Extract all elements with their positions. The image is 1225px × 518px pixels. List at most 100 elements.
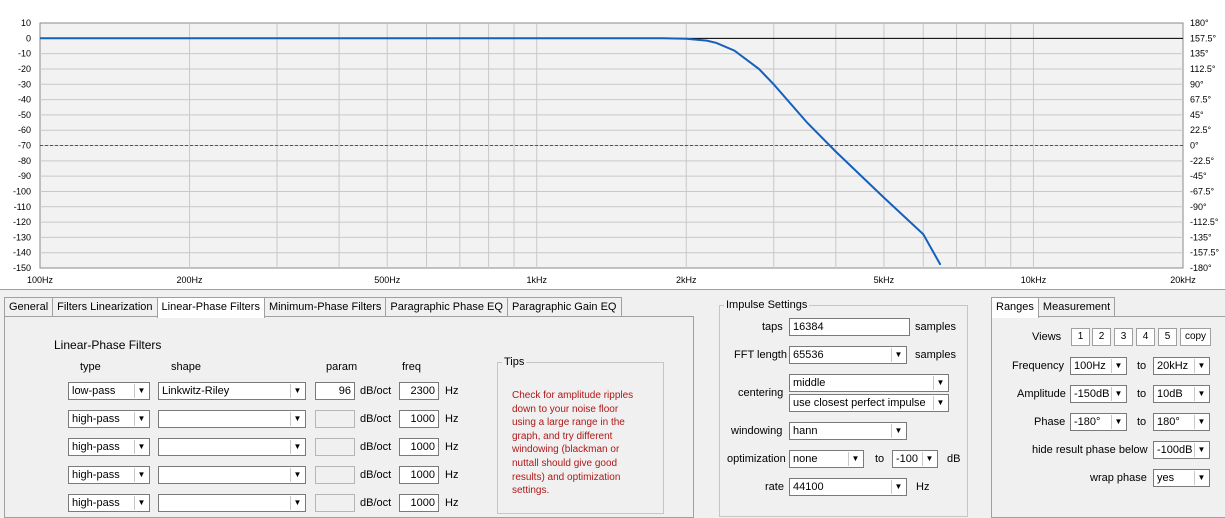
view-button-3[interactable]: 3 [1114, 328, 1133, 346]
view-button-5[interactable]: 5 [1158, 328, 1177, 346]
tab-paragraphic-gain-eq[interactable]: Paragraphic Gain EQ [506, 297, 622, 317]
phase-from-select[interactable]: -180° ▼ [1070, 413, 1127, 431]
filter-shape-select[interactable]: ▼ [158, 494, 306, 512]
optimization-to-label: to [875, 453, 885, 465]
filter-shape-select[interactable]: ▼ [158, 466, 306, 484]
views-label: Views [1032, 331, 1062, 343]
optimization-select[interactable]: none ▼ [789, 450, 864, 468]
chevron-down-icon: ▼ [134, 468, 148, 482]
filter-type-select[interactable]: high-pass ▼ [68, 410, 150, 428]
filter-shape-select[interactable]: ▼ [158, 410, 306, 428]
chevron-down-icon: ▼ [290, 384, 304, 398]
tips-line: Check for amplitude ripples [512, 390, 634, 401]
filter-shape-select[interactable]: ▼ [158, 438, 306, 456]
filter-freq-field[interactable]: 1000 [399, 494, 439, 512]
filter-shape-select[interactable]: Linkwitz-Riley ▼ [158, 382, 306, 400]
tab-linear-phase-filters[interactable]: Linear-Phase Filters [156, 297, 265, 318]
chevron-down-icon: ▼ [134, 384, 148, 398]
chevron-down-icon: ▼ [134, 412, 148, 426]
filter-param-unit: dB/oct [360, 441, 392, 453]
tab-paragraphic-phase-eq[interactable]: Paragraphic Phase EQ [385, 297, 508, 317]
filter-param-field[interactable]: 96 [315, 382, 355, 400]
copy-view-button[interactable]: copy [1180, 328, 1211, 346]
y-tick-label: -120 [13, 217, 31, 227]
filter-type-select[interactable]: high-pass ▼ [68, 438, 150, 456]
optimization-threshold-value: -100 [896, 453, 919, 465]
x-tick-label: 20kHz [1170, 275, 1196, 285]
tab-filters-linearization[interactable]: Filters Linearization [52, 297, 158, 317]
rate-select[interactable]: 44100 ▼ [789, 478, 907, 496]
optimization-threshold-select[interactable]: -100 ▼ [892, 450, 938, 468]
centering-select[interactable]: middle ▼ [789, 374, 949, 392]
phase-from-value: -180° [1074, 416, 1101, 428]
filter-freq-field[interactable]: 2300 [399, 382, 439, 400]
filter-param-unit: dB/oct [360, 469, 392, 481]
tab-measurement[interactable]: Measurement [1037, 297, 1116, 317]
filter-param-field[interactable] [315, 494, 355, 512]
filter-freq-unit: Hz [445, 469, 459, 481]
view-button-2[interactable]: 2 [1092, 328, 1111, 346]
amplitude-from-select[interactable]: -150dB ▼ [1070, 385, 1127, 403]
tips-line: settings. [512, 485, 550, 497]
phase-to-select[interactable]: 180° ▼ [1153, 413, 1210, 431]
chevron-down-icon: ▼ [848, 452, 862, 466]
y-tick-label: -140 [13, 248, 31, 258]
y-tick-label: -30 [18, 79, 31, 89]
phase-tick-label: 180° [1190, 18, 1209, 28]
y-tick-label: -80 [18, 156, 31, 166]
frequency-to-select[interactable]: 20kHz ▼ [1153, 357, 1210, 375]
fft-length-label: FFT length [734, 349, 787, 361]
y-tick-label: 10 [21, 18, 31, 28]
tab-general[interactable]: General [4, 297, 54, 317]
tab-ranges[interactable]: Ranges [991, 297, 1039, 318]
view-button-1[interactable]: 1 [1071, 328, 1090, 346]
filter-freq-field[interactable]: 1000 [399, 466, 439, 484]
view-button-4[interactable]: 4 [1136, 328, 1155, 346]
chevron-down-icon: ▼ [290, 412, 304, 426]
filter-type-select[interactable]: high-pass ▼ [68, 466, 150, 484]
centering-label: centering [738, 387, 784, 399]
filter-param-field[interactable] [315, 410, 355, 428]
phase-tick-label: -67.5° [1190, 186, 1215, 196]
windowing-select[interactable]: hann ▼ [789, 422, 907, 440]
wrap-phase-value: yes [1157, 472, 1175, 484]
wrap-phase-select[interactable]: yes ▼ [1153, 469, 1210, 487]
amplitude-to-select[interactable]: 10dB ▼ [1153, 385, 1210, 403]
tips-line: results) and optimization [512, 471, 621, 483]
filter-param-field[interactable] [315, 438, 355, 456]
frequency-response-graph[interactable]: 10 0 -10 -20 -30 -40 -50 -60 -70 -80 -90 -100 -110 -1… [0, 0, 1225, 290]
filter-type-select[interactable]: low-pass ▼ [68, 382, 150, 400]
centering-value: middle [793, 377, 826, 389]
filter-param-field[interactable] [315, 466, 355, 484]
filter-param-unit: dB/oct [360, 413, 392, 425]
frequency-from-value: 100Hz [1074, 360, 1106, 372]
tab-minimum-phase-filters[interactable]: Minimum-Phase Filters [263, 297, 387, 317]
filter-shape-value: Linkwitz-Riley [162, 385, 230, 397]
fft-length-select[interactable]: 65536 ▼ [789, 346, 907, 364]
phase-tick-label: -22.5° [1190, 156, 1215, 166]
phase-tick-label: -45° [1190, 171, 1207, 181]
rate-unit: Hz [916, 481, 930, 493]
taps-field[interactable]: 16384 [789, 318, 910, 336]
x-tick-label: 2kHz [676, 275, 697, 285]
header-param: param [326, 361, 358, 373]
x-tick-label: 1kHz [526, 275, 547, 285]
phase-tick-label: 45° [1190, 110, 1204, 120]
y-tick-label: 0 [26, 33, 31, 43]
y-tick-label: -130 [13, 232, 31, 242]
filter-param-unit: dB/oct [360, 385, 392, 397]
centering-mode-select[interactable]: use closest perfect impulse ▼ [789, 394, 949, 412]
filter-freq-unit: Hz [445, 385, 459, 397]
windowing-label: windowing [731, 425, 783, 437]
filter-freq-field[interactable]: 1000 [399, 438, 439, 456]
amplitude-to-value: 10dB [1157, 388, 1183, 400]
filter-param-unit: dB/oct [360, 497, 392, 509]
hide-phase-select[interactable]: -100dB ▼ [1153, 441, 1210, 459]
frequency-from-select[interactable]: 100Hz ▼ [1070, 357, 1127, 375]
y-tick-label: -70 [18, 141, 31, 151]
phase-tick-label: -180° [1190, 263, 1212, 273]
filter-type-select[interactable]: high-pass ▼ [68, 494, 150, 512]
x-tick-label: 200Hz [177, 275, 204, 285]
tips-line: using a large range in the [512, 417, 625, 429]
filter-freq-field[interactable]: 1000 [399, 410, 439, 428]
